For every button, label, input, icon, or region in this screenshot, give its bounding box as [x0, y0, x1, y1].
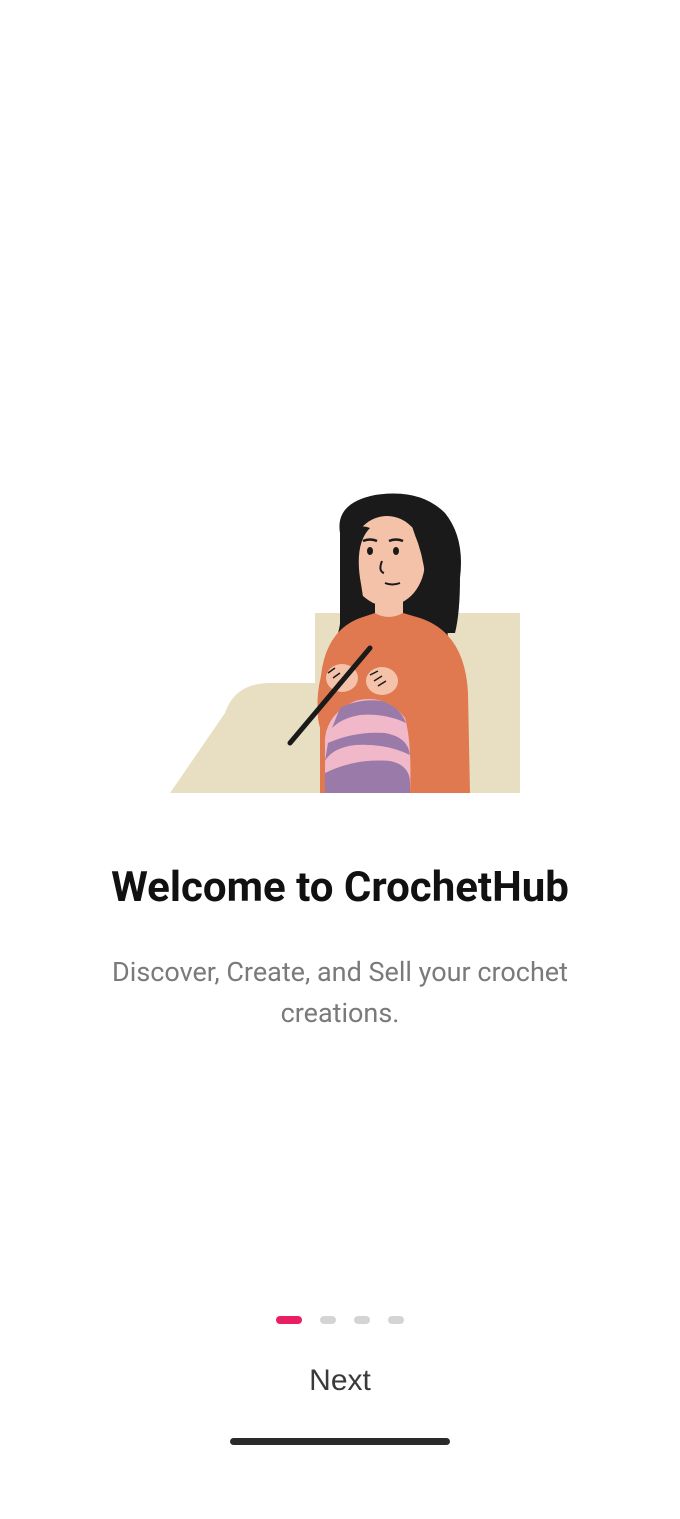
pagination-dots [276, 1316, 404, 1324]
crochet-illustration [160, 483, 520, 803]
onboarding-content: Welcome to CrochetHub Discover, Create, … [0, 0, 680, 1316]
page-dot-2[interactable] [320, 1316, 336, 1324]
onboarding-title: Welcome to CrochetHub [111, 863, 569, 912]
bottom-controls: Next [0, 1316, 680, 1519]
page-dot-1[interactable] [276, 1316, 302, 1324]
home-indicator[interactable] [230, 1438, 450, 1445]
page-dot-4[interactable] [388, 1316, 404, 1324]
page-dot-3[interactable] [354, 1316, 370, 1324]
next-button[interactable]: Next [289, 1354, 391, 1408]
onboarding-subtitle: Discover, Create, and Sell your crochet … [70, 952, 610, 1033]
